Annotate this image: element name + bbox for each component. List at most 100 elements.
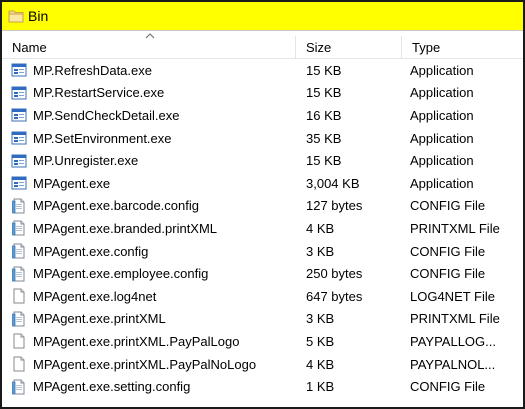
application-icon [11, 85, 27, 101]
file-row[interactable]: MP.RefreshData.exe 15 KB Application [2, 59, 523, 82]
file-type: PAYPALLOG... [410, 333, 496, 349]
file-name: MPAgent.exe.barcode.config [33, 198, 199, 214]
blank-file-icon [11, 356, 27, 372]
file-row[interactable]: MPAgent.exe 3,004 KB Application [2, 172, 523, 195]
file-type: Application [410, 107, 474, 123]
file-name-cell[interactable]: MP.SendCheckDetail.exe [2, 107, 296, 123]
file-name: MPAgent.exe.config [33, 243, 149, 259]
application-icon [11, 153, 27, 169]
file-size: 3,004 KB [306, 175, 360, 191]
file-name: MP.SetEnvironment.exe [33, 130, 172, 146]
file-row[interactable]: MP.SendCheckDetail.exe 16 KB Application [2, 104, 523, 127]
file-size: 15 KB [306, 85, 342, 101]
application-icon [11, 62, 27, 78]
file-name: MP.RestartService.exe [33, 85, 165, 101]
file-size: 15 KB [306, 62, 342, 78]
file-type: Application [410, 85, 474, 101]
folder-icon [8, 10, 24, 23]
file-name-cell[interactable]: MP.Unregister.exe [2, 153, 296, 169]
file-size: 3 KB [306, 243, 335, 259]
file-size: 1 KB [306, 379, 335, 395]
file-type: Application [410, 153, 474, 169]
file-row[interactable]: MPAgent.exe.printXML.PayPalNoLogo 4 KB PAY… [2, 353, 523, 376]
file-size: 4 KB [306, 220, 335, 236]
file-list: MP.RefreshData.exe 15 KB Application MP.Res… [2, 59, 523, 398]
config-file-icon [11, 311, 27, 327]
application-icon [11, 107, 27, 123]
sort-ascending-icon [145, 33, 155, 39]
config-file-icon [11, 243, 27, 259]
file-row[interactable]: MPAgent.exe.branded.printXML 4 KB PRINTXML… [2, 217, 523, 240]
config-file-icon [11, 266, 27, 282]
file-type: CONFIG File [410, 243, 486, 259]
config-file-icon [11, 379, 27, 395]
file-name-cell[interactable]: MPAgent.exe.branded.printXML [2, 220, 296, 236]
blank-file-icon [11, 333, 27, 349]
file-type: PRINTXML File [410, 220, 500, 236]
file-size: 127 bytes [306, 198, 363, 214]
file-name: MPAgent.exe.printXML.PayPalLogo [33, 333, 240, 349]
config-file-icon [11, 220, 27, 236]
file-type: PRINTXML File [410, 311, 500, 327]
application-icon [11, 175, 27, 191]
file-name: MP.RefreshData.exe [33, 62, 152, 78]
file-type: Application [410, 62, 474, 78]
file-type: CONFIG File [410, 198, 486, 214]
file-row[interactable]: MP.RestartService.exe 15 KB Application [2, 82, 523, 105]
file-size: 4 KB [306, 356, 335, 372]
file-size: 250 bytes [306, 266, 363, 282]
application-icon [11, 130, 27, 146]
file-name-cell[interactable]: MPAgent.exe.log4net [2, 288, 296, 304]
file-name: MPAgent.exe [33, 175, 111, 191]
file-size: 647 bytes [306, 288, 363, 304]
file-row[interactable]: MPAgent.exe.employee.config 250 bytes CONF… [2, 262, 523, 285]
file-name-cell[interactable]: MP.RefreshData.exe [2, 62, 296, 78]
column-header-type[interactable]: Type [402, 36, 523, 58]
file-type: Application [410, 175, 474, 191]
file-row[interactable]: MPAgent.exe.config 3 KB CONFIG File [2, 240, 523, 263]
file-row[interactable]: MPAgent.exe.printXML.PayPalLogo 5 KB PAYPA… [2, 330, 523, 353]
file-row[interactable]: MPAgent.exe.log4net 647 bytes LOG4NET File [2, 285, 523, 308]
file-name: MP.Unregister.exe [33, 153, 139, 169]
explorer-window: Bin Name Size Type MP.RefreshData.exe 15 … [0, 0, 525, 409]
column-header-size[interactable]: Size [296, 36, 402, 58]
vertical-scrollbar[interactable] [518, 31, 523, 407]
file-type: CONFIG File [410, 266, 486, 282]
file-name: MP.SendCheckDetail.exe [33, 107, 180, 123]
file-row[interactable]: MP.SetEnvironment.exe 35 KB Application [2, 127, 523, 150]
file-row[interactable]: MPAgent.exe.barcode.config 127 bytes CONFI… [2, 195, 523, 218]
blank-file-icon [11, 288, 27, 304]
file-name-cell[interactable]: MPAgent.exe.printXML.PayPalNoLogo [2, 356, 296, 372]
file-type: Application [410, 130, 474, 146]
file-name-cell[interactable]: MPAgent.exe.employee.config [2, 266, 296, 282]
file-name: MPAgent.exe.setting.config [33, 379, 191, 395]
file-row[interactable]: MPAgent.exe.printXML 3 KB PRINTXML File [2, 308, 523, 331]
file-row[interactable]: MPAgent.exe.setting.config 1 KB CONFIG Fil… [2, 375, 523, 398]
file-name-cell[interactable]: MPAgent.exe.printXML.PayPalLogo [2, 333, 296, 349]
window-title: Bin [28, 8, 49, 24]
file-size: 5 KB [306, 333, 335, 349]
column-header-name[interactable]: Name [2, 36, 296, 58]
file-name: MPAgent.exe.printXML [33, 311, 166, 327]
file-name-cell[interactable]: MP.RestartService.exe [2, 85, 296, 101]
file-name: MPAgent.exe.printXML.PayPalNoLogo [33, 356, 257, 372]
file-size: 35 KB [306, 130, 342, 146]
file-size: 16 KB [306, 107, 342, 123]
file-type: LOG4NET File [410, 288, 496, 304]
file-name-cell[interactable]: MPAgent.exe.barcode.config [2, 198, 296, 214]
config-file-icon [11, 198, 27, 214]
file-name: MPAgent.exe.log4net [33, 288, 157, 304]
title-bar: Bin [2, 2, 523, 31]
file-size: 3 KB [306, 311, 335, 327]
file-size: 15 KB [306, 153, 342, 169]
column-header-row: Name Size Type [2, 31, 523, 59]
file-name-cell[interactable]: MPAgent.exe.setting.config [2, 379, 296, 395]
file-name-cell[interactable]: MP.SetEnvironment.exe [2, 130, 296, 146]
file-type: CONFIG File [410, 379, 486, 395]
file-name-cell[interactable]: MPAgent.exe.printXML [2, 311, 296, 327]
file-row[interactable]: MP.Unregister.exe 15 KB Application [2, 149, 523, 172]
file-name-cell[interactable]: MPAgent.exe [2, 175, 296, 191]
file-name: MPAgent.exe.branded.printXML [33, 220, 218, 236]
file-type: PAYPALNOL... [410, 356, 496, 372]
file-name-cell[interactable]: MPAgent.exe.config [2, 243, 296, 259]
